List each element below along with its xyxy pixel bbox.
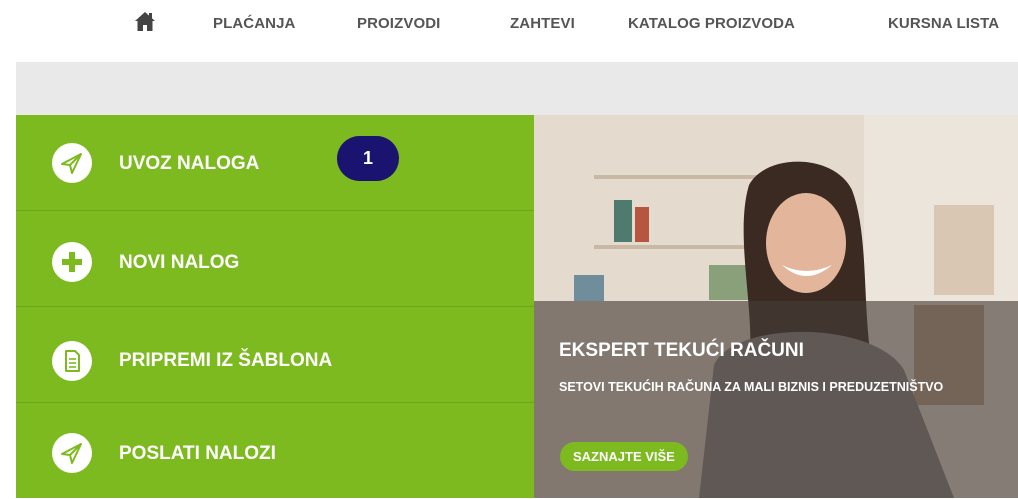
step-number-badge: 1	[337, 136, 399, 181]
top-navigation: PLAĆANJA PROIZVODI ZAHTEVI KATALOG PROIZ…	[0, 0, 1018, 62]
nav-katalog-proizvoda[interactable]: KATALOG PROIZVODA	[628, 15, 795, 32]
menu-item-poslati-nalozi[interactable]: POSLATI NALOZI	[16, 403, 534, 499]
nav-proizvodi[interactable]: PROIZVODI	[357, 15, 440, 32]
document-icon	[52, 341, 92, 381]
plus-icon	[52, 242, 92, 282]
promo-banner[interactable]: EKSPERT TEKUĆI RAČUNI SETOVI TEKUĆIH RAČ…	[534, 115, 1018, 498]
nav-zahtevi[interactable]: ZAHTEVI	[510, 15, 575, 32]
nav-placanja[interactable]: PLAĆANJA	[213, 15, 295, 32]
menu-label: NOVI NALOG	[119, 252, 240, 273]
home-icon[interactable]	[134, 10, 156, 34]
payment-actions-menu: UVOZ NALOGA NOVI NALOG PRIPREMI IZ ŠABLO…	[16, 115, 534, 498]
menu-item-novi-nalog[interactable]: NOVI NALOG	[16, 211, 534, 307]
menu-item-uvoz-naloga[interactable]: UVOZ NALOGA	[16, 115, 534, 211]
menu-label: POSLATI NALOZI	[119, 443, 276, 464]
nav-kursna-lista[interactable]: KURSNA LISTA	[888, 15, 999, 32]
paper-plane-icon	[52, 433, 92, 473]
grey-separator-bar	[16, 62, 1018, 115]
menu-label: UVOZ NALOGA	[119, 153, 260, 174]
banner-title: EKSPERT TEKUĆI RAČUNI	[559, 340, 804, 361]
banner-subtitle: SETOVI TEKUĆIH RAČUNA ZA MALI BIZNIS I P…	[559, 380, 944, 394]
learn-more-button[interactable]: SAZNAJTE VIŠE	[560, 442, 688, 471]
paper-plane-icon	[52, 143, 92, 183]
menu-label: PRIPREMI IZ ŠABLONA	[119, 350, 333, 371]
menu-item-pripremi-iz-sablona[interactable]: PRIPREMI IZ ŠABLONA	[16, 307, 534, 403]
